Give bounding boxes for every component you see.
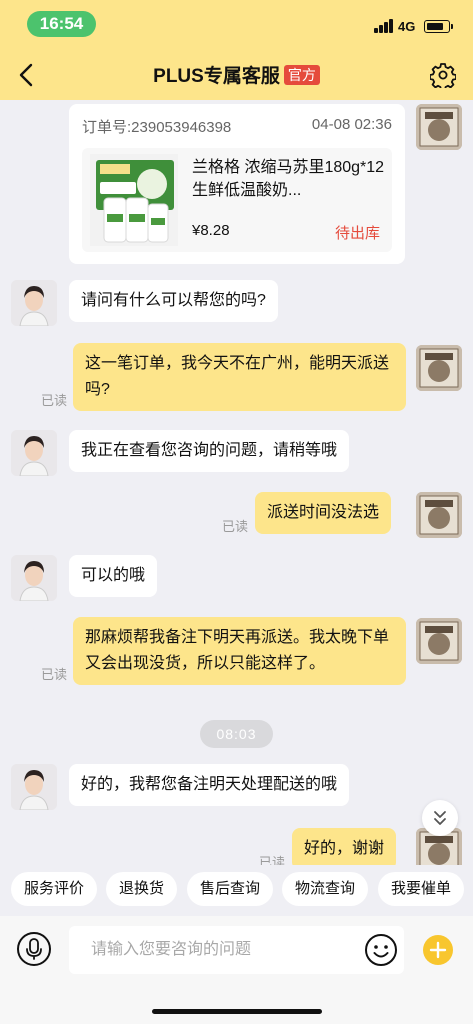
quick-reply-urge-order[interactable]: 我要催单 xyxy=(378,872,464,906)
gear-icon xyxy=(429,63,457,91)
message-bubble: 我正在查看您咨询的问题，请稍等哦 xyxy=(69,430,350,472)
agent-avatar[interactable] xyxy=(11,280,57,326)
message-bubble: 好的，我帮您备注明天处理配送的哦 xyxy=(69,764,350,806)
status-time: 16:54 xyxy=(27,11,96,37)
time-divider: 08:03 xyxy=(200,720,273,748)
product-name: 兰格格 浓缩马苏里180g*12 生鲜低温酸奶... xyxy=(192,159,385,199)
agent-avatar[interactable] xyxy=(11,430,57,476)
plus-icon xyxy=(429,941,447,959)
battery-icon xyxy=(424,20,453,33)
order-number: 订单号:239053946398 xyxy=(82,119,232,136)
order-date: 04-08 02:36 xyxy=(311,116,392,133)
message-bubble: 好的，谢谢 xyxy=(292,828,397,865)
message-bubble: 那麻烦帮我备注下明天再派送。我太晚下单又会出现没货，所以只能这样了。 xyxy=(73,617,406,685)
user-avatar[interactable] xyxy=(416,104,462,150)
emoji-button[interactable] xyxy=(364,933,398,967)
agent-avatar[interactable] xyxy=(11,764,57,810)
message-bubble: 这一笔订单，我今天不在广州，能明天派送吗? xyxy=(73,343,406,411)
page-title: PLUS专属客服 xyxy=(153,66,280,87)
quick-reply-bar: 服务评价 退换货 售后查询 物流查询 我要催单 xyxy=(0,866,473,916)
settings-button[interactable] xyxy=(429,62,457,91)
voice-button[interactable] xyxy=(17,932,51,966)
microphone-icon xyxy=(26,938,42,960)
order-card[interactable]: 订单号:239053946398 04-08 02:36 兰格格 浓缩马苏里18… xyxy=(69,104,405,264)
quick-reply-logistics[interactable]: 物流查询 xyxy=(282,872,368,906)
read-receipt: 已读 xyxy=(222,519,249,534)
battery-level xyxy=(426,22,443,30)
nav-bar: PLUS专属客服 官方 xyxy=(0,48,473,100)
read-receipt: 已读 xyxy=(259,855,286,865)
quick-reply-after-sales[interactable]: 售后查询 xyxy=(187,872,273,906)
home-indicator xyxy=(152,1009,322,1014)
more-actions-button[interactable] xyxy=(423,935,453,965)
quick-reply-return[interactable]: 退换货 xyxy=(106,872,177,906)
read-receipt: 已读 xyxy=(41,667,68,682)
message-input[interactable] xyxy=(69,926,404,974)
message-bubble: 请问有什么可以帮您的吗? xyxy=(69,280,278,322)
smiley-icon xyxy=(365,934,397,966)
quick-reply-service-rating[interactable]: 服务评价 xyxy=(11,872,97,906)
signal-icon xyxy=(374,19,395,33)
message-bubble: 可以的哦 xyxy=(69,555,158,597)
product-price: ¥8.28 xyxy=(192,222,230,239)
order-product[interactable]: 兰格格 浓缩马苏里180g*12 生鲜低温酸奶... ¥8.28 待出库 xyxy=(82,148,392,252)
order-status: 待出库 xyxy=(334,225,380,242)
message-bubble: 派送时间没法选 xyxy=(255,492,392,534)
official-badge: 官方 xyxy=(283,64,320,85)
nav-title-group: PLUS专属客服 官方 xyxy=(0,61,473,88)
chat-area[interactable]: 订单号:239053946398 04-08 02:36 兰格格 浓缩马苏里18… xyxy=(0,100,473,865)
read-receipt: 已读 xyxy=(41,393,68,408)
user-avatar[interactable] xyxy=(416,618,462,664)
user-avatar[interactable] xyxy=(416,345,462,391)
input-bar xyxy=(0,916,473,1024)
status-bar: 16:54 4G xyxy=(0,0,473,48)
network-type: 4G xyxy=(398,19,416,34)
agent-avatar[interactable] xyxy=(11,555,57,601)
scroll-to-bottom-button[interactable] xyxy=(422,800,458,836)
double-chevron-down-icon xyxy=(434,811,446,825)
product-image xyxy=(90,154,178,246)
user-avatar[interactable] xyxy=(416,492,462,538)
